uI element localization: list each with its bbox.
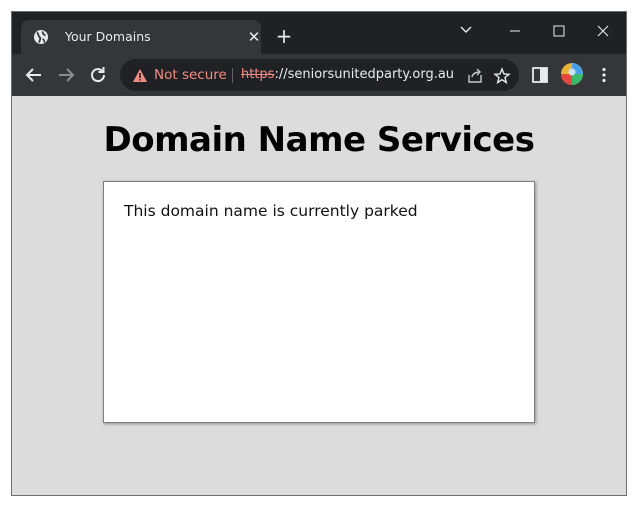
side-panel-icon[interactable] bbox=[530, 65, 550, 85]
not-secure-label[interactable]: Not secure bbox=[154, 67, 227, 83]
tab-close-icon[interactable]: ✕ bbox=[245, 28, 263, 46]
divider bbox=[232, 68, 233, 83]
tab-title: Your Domains bbox=[65, 29, 151, 44]
message-panel: This domain name is currently parked bbox=[103, 181, 535, 423]
browser-window: Your Domains ✕ + Not secure https://seni… bbox=[11, 11, 627, 496]
page-heading: Domain Name Services bbox=[103, 120, 535, 160]
globe-icon bbox=[34, 30, 48, 44]
menu-kebab-icon[interactable] bbox=[594, 65, 614, 85]
reload-icon[interactable] bbox=[86, 63, 110, 87]
back-arrow-icon[interactable] bbox=[22, 63, 46, 87]
share-icon[interactable] bbox=[466, 67, 484, 85]
page-content: Domain Name Services This domain name is… bbox=[12, 96, 626, 495]
tab-your-domains[interactable]: Your Domains ✕ bbox=[21, 20, 261, 54]
url-scheme: https bbox=[241, 67, 275, 82]
parked-message: This domain name is currently parked bbox=[124, 202, 418, 220]
profile-avatar[interactable] bbox=[560, 62, 584, 86]
forward-arrow-icon[interactable] bbox=[54, 63, 78, 87]
title-bar: Your Domains ✕ + bbox=[12, 12, 626, 54]
address-bar[interactable]: Not secure https://seniorsunitedparty.or… bbox=[120, 59, 519, 91]
url-host: ://seniorsunitedparty.org.au bbox=[274, 67, 455, 82]
url-text[interactable]: https://seniorsunitedparty.org.au bbox=[241, 67, 454, 82]
bookmark-star-icon[interactable] bbox=[493, 67, 511, 85]
close-window-button[interactable] bbox=[580, 17, 626, 45]
new-tab-button[interactable]: + bbox=[274, 26, 294, 46]
browser-toolbar: Not secure https://seniorsunitedparty.or… bbox=[12, 54, 626, 96]
tab-search-chevron-icon[interactable] bbox=[456, 22, 476, 38]
minimize-button[interactable] bbox=[492, 17, 538, 45]
maximize-button[interactable] bbox=[536, 17, 582, 45]
warning-icon bbox=[133, 69, 147, 82]
